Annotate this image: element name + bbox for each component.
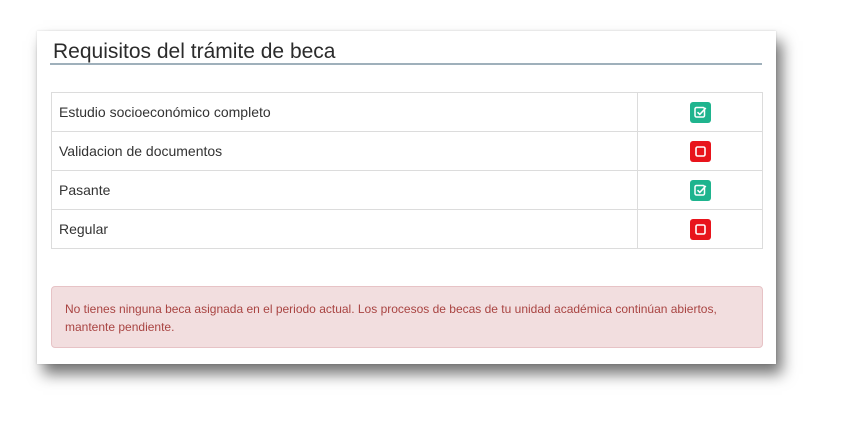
empty-box-icon	[689, 140, 711, 162]
table-row: Pasante	[51, 170, 763, 210]
table-row: Estudio socioeconómico completo	[51, 92, 763, 132]
requirement-status-cell	[637, 92, 763, 132]
requirement-label: Estudio socioeconómico completo	[51, 92, 638, 132]
table-row: Validacion de documentos	[51, 131, 763, 171]
requirement-label: Validacion de documentos	[51, 131, 638, 171]
checked-box-icon	[689, 101, 711, 123]
checked-box-icon	[689, 179, 711, 201]
title-divider	[50, 63, 762, 65]
empty-box-icon	[689, 218, 711, 240]
requirement-label: Pasante	[51, 170, 638, 210]
scholarship-requirements-panel: Requisitos del trámite de beca Estudio s…	[37, 31, 776, 364]
requirement-status-cell	[637, 170, 763, 210]
requirement-status-cell	[637, 209, 763, 249]
requirements-table: Estudio socioeconómico completo Validaci…	[51, 92, 763, 249]
no-scholarship-alert: No tienes ninguna beca asignada en el pe…	[51, 286, 763, 348]
page-title: Requisitos del trámite de beca	[53, 40, 336, 63]
requirement-status-cell	[637, 131, 763, 171]
table-row: Regular	[51, 209, 763, 249]
requirement-label: Regular	[51, 209, 638, 249]
